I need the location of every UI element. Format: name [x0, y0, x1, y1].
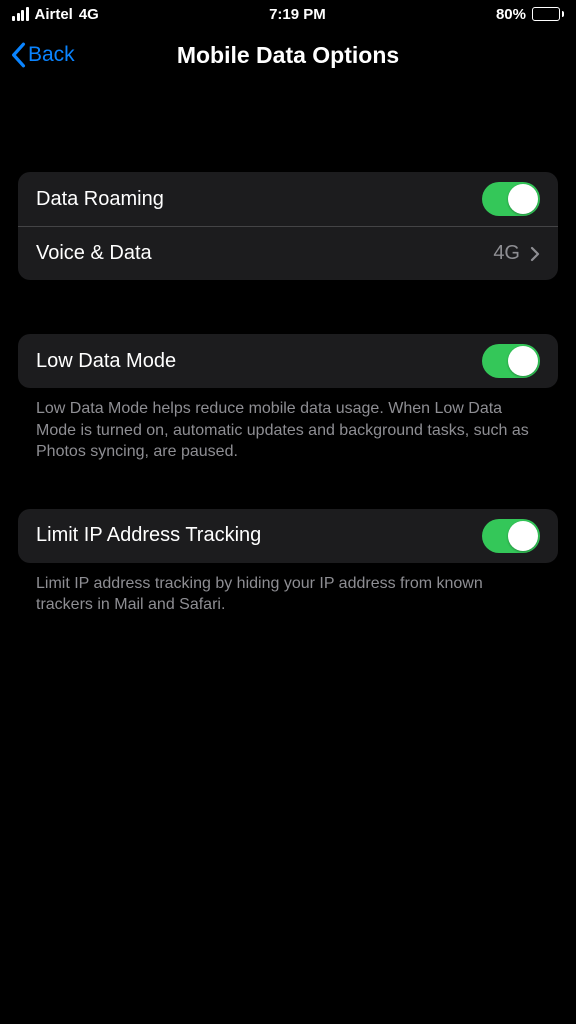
data-roaming-toggle[interactable]	[482, 182, 540, 216]
status-bar: Airtel 4G 7:19 PM 80%	[0, 0, 576, 28]
battery-icon	[532, 7, 564, 21]
low-data-mode-footer: Low Data Mode helps reduce mobile data u…	[18, 398, 558, 463]
group-low-data: Low Data Mode	[18, 334, 558, 388]
limit-ip-label: Limit IP Address Tracking	[36, 524, 261, 547]
status-right: 80%	[496, 6, 564, 23]
carrier-label: Airtel	[35, 6, 73, 23]
page-title: Mobile Data Options	[0, 42, 576, 69]
row-low-data-mode[interactable]: Low Data Mode	[18, 334, 558, 388]
low-data-mode-label: Low Data Mode	[36, 350, 176, 373]
row-data-roaming[interactable]: Data Roaming	[18, 172, 558, 226]
clock-label: 7:19 PM	[269, 6, 326, 23]
signal-icon	[12, 7, 29, 21]
group-network: Data Roaming Voice & Data 4G	[18, 172, 558, 280]
status-left: Airtel 4G	[12, 6, 99, 23]
data-roaming-label: Data Roaming	[36, 188, 164, 211]
back-label: Back	[28, 43, 75, 67]
voice-data-value: 4G	[493, 242, 520, 265]
back-button[interactable]: Back	[10, 42, 75, 68]
chevron-left-icon	[10, 42, 26, 68]
network-label: 4G	[79, 6, 99, 23]
nav-header: Back Mobile Data Options	[0, 28, 576, 82]
row-voice-data[interactable]: Voice & Data 4G	[18, 226, 558, 280]
group-limit-ip: Limit IP Address Tracking	[18, 509, 558, 563]
low-data-mode-toggle[interactable]	[482, 344, 540, 378]
voice-data-label: Voice & Data	[36, 242, 152, 265]
battery-pct-label: 80%	[496, 6, 526, 23]
limit-ip-footer: Limit IP address tracking by hiding your…	[18, 573, 558, 616]
chevron-right-icon	[530, 246, 540, 262]
row-limit-ip[interactable]: Limit IP Address Tracking	[18, 509, 558, 563]
limit-ip-toggle[interactable]	[482, 519, 540, 553]
